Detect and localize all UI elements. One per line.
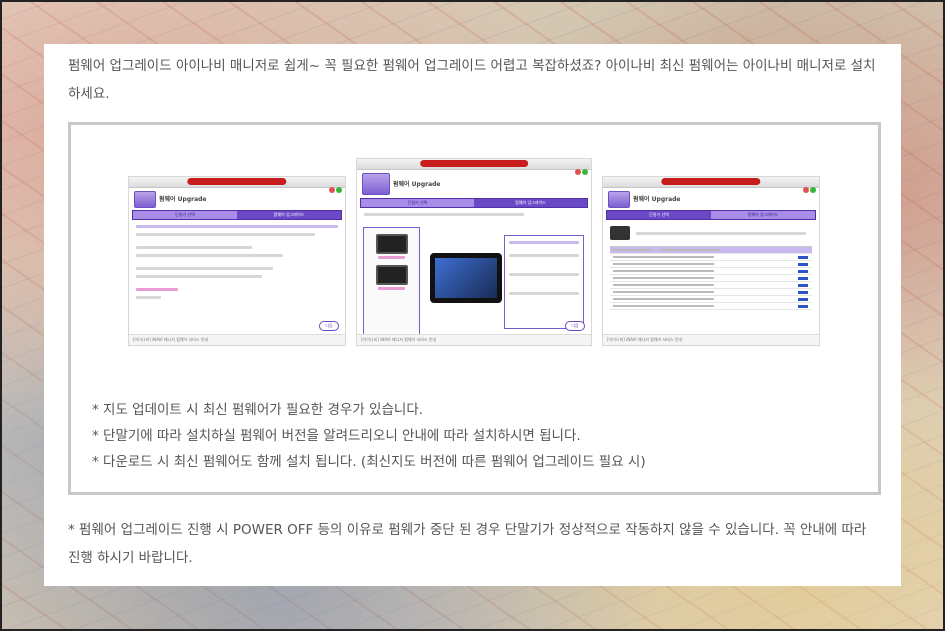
firmware-list-table xyxy=(610,246,812,310)
content-panel: 펌웨어 업그레이드 아이나비 매니저로 쉽게~ 꼭 필요한 펌웨어 업그레이드 … xyxy=(44,44,901,586)
app-footer: [아이나비] iNAVI 매니저 펌웨어 서비스 안내 xyxy=(129,334,345,345)
app-title: 펌웨어 Upgrade xyxy=(633,196,681,203)
step-bar: 단말기 선택 펌웨어 업그레이드 xyxy=(132,210,342,220)
warning-text: * 펌웨어 업그레이드 진행 시 POWER OFF 등의 이유로 펌웨가 중단… xyxy=(68,522,867,566)
screenshot-strip: 펌웨어 Upgrade 단말기 선택 펌웨어 업그레이드 다음 [아이나비] i… xyxy=(128,158,828,351)
app-titlebar-pill xyxy=(661,178,761,185)
device-thumbnail xyxy=(375,265,408,285)
app-footer: [아이나비] iNAVI 매니저 펌웨어 서비스 안내 xyxy=(603,334,819,345)
app-logo-icon xyxy=(362,173,390,195)
next-button: 다음 xyxy=(319,321,339,331)
step-firmware-upgrade: 펌웨어 업그레이드 xyxy=(273,212,305,217)
step-select-device: 단말기 선택 xyxy=(361,199,474,207)
intro-text: 펌웨어 업그레이드 아이나비 매니저로 쉽게~ 꼭 필요한 펌웨어 업그레이드 … xyxy=(68,58,876,102)
device-list-panel xyxy=(363,227,420,339)
app-logo-icon xyxy=(608,191,630,208)
note-item: * 지도 업데이트 시 최신 펌웨어가 필요한 경우가 있습니다. xyxy=(92,402,424,418)
app-logo-icon xyxy=(134,191,156,208)
app-title: 펌웨어 Upgrade xyxy=(159,196,207,203)
selected-device-image xyxy=(430,253,502,303)
device-info-panel xyxy=(504,235,584,329)
app-footer: [아이나비] iNAVI 매니저 펌웨어 서비스 안내 xyxy=(357,334,591,345)
step-select-device: 단말기 선택 xyxy=(133,211,237,219)
note-item: * 다운로드 시 최신 펌웨어도 함께 설치 됩니다. (최신지도 버전에 따른… xyxy=(92,454,646,470)
step-bar: 단말기 선택 펌웨어 업그레이드 xyxy=(606,210,816,220)
note-item: * 단말기에 따라 설치하실 펌웨어 버전을 알려드리오니 안내에 따라 설치하… xyxy=(92,428,581,444)
device-thumbnail xyxy=(610,226,630,240)
notes-list: * 지도 업데이트 시 최신 펌웨어가 필요한 경우가 있습니다. * 단말기에… xyxy=(92,397,646,475)
screenshot-step-1: 펌웨어 Upgrade 단말기 선택 펌웨어 업그레이드 다음 [아이나비] i… xyxy=(128,176,346,346)
step-firmware-upgrade: 펌웨어 업그레이드 xyxy=(711,211,815,219)
app-title: 펌웨어 Upgrade xyxy=(393,181,441,188)
screenshot-step-2: 펌웨어 Upgrade 단말기 선택 펌웨어 업그레이드 다음 [아이나비] i… xyxy=(356,158,592,346)
app-titlebar-pill xyxy=(420,160,528,167)
device-thumbnail xyxy=(375,234,408,254)
step-select-device: 단말기 선택 xyxy=(649,212,669,217)
step-bar: 단말기 선택 펌웨어 업그레이드 xyxy=(360,198,588,208)
screenshot-step-3: 펌웨어 Upgrade 단말기 선택 펌웨어 업그레이드 [아이나비] iNAV… xyxy=(602,176,820,346)
next-button: 다음 xyxy=(565,321,585,331)
step-firmware-upgrade: 펌웨어 업그레이드 xyxy=(515,200,546,205)
app-titlebar-pill xyxy=(187,178,287,185)
firmware-guide-box: 펌웨어 Upgrade 단말기 선택 펌웨어 업그레이드 다음 [아이나비] i… xyxy=(68,122,881,495)
